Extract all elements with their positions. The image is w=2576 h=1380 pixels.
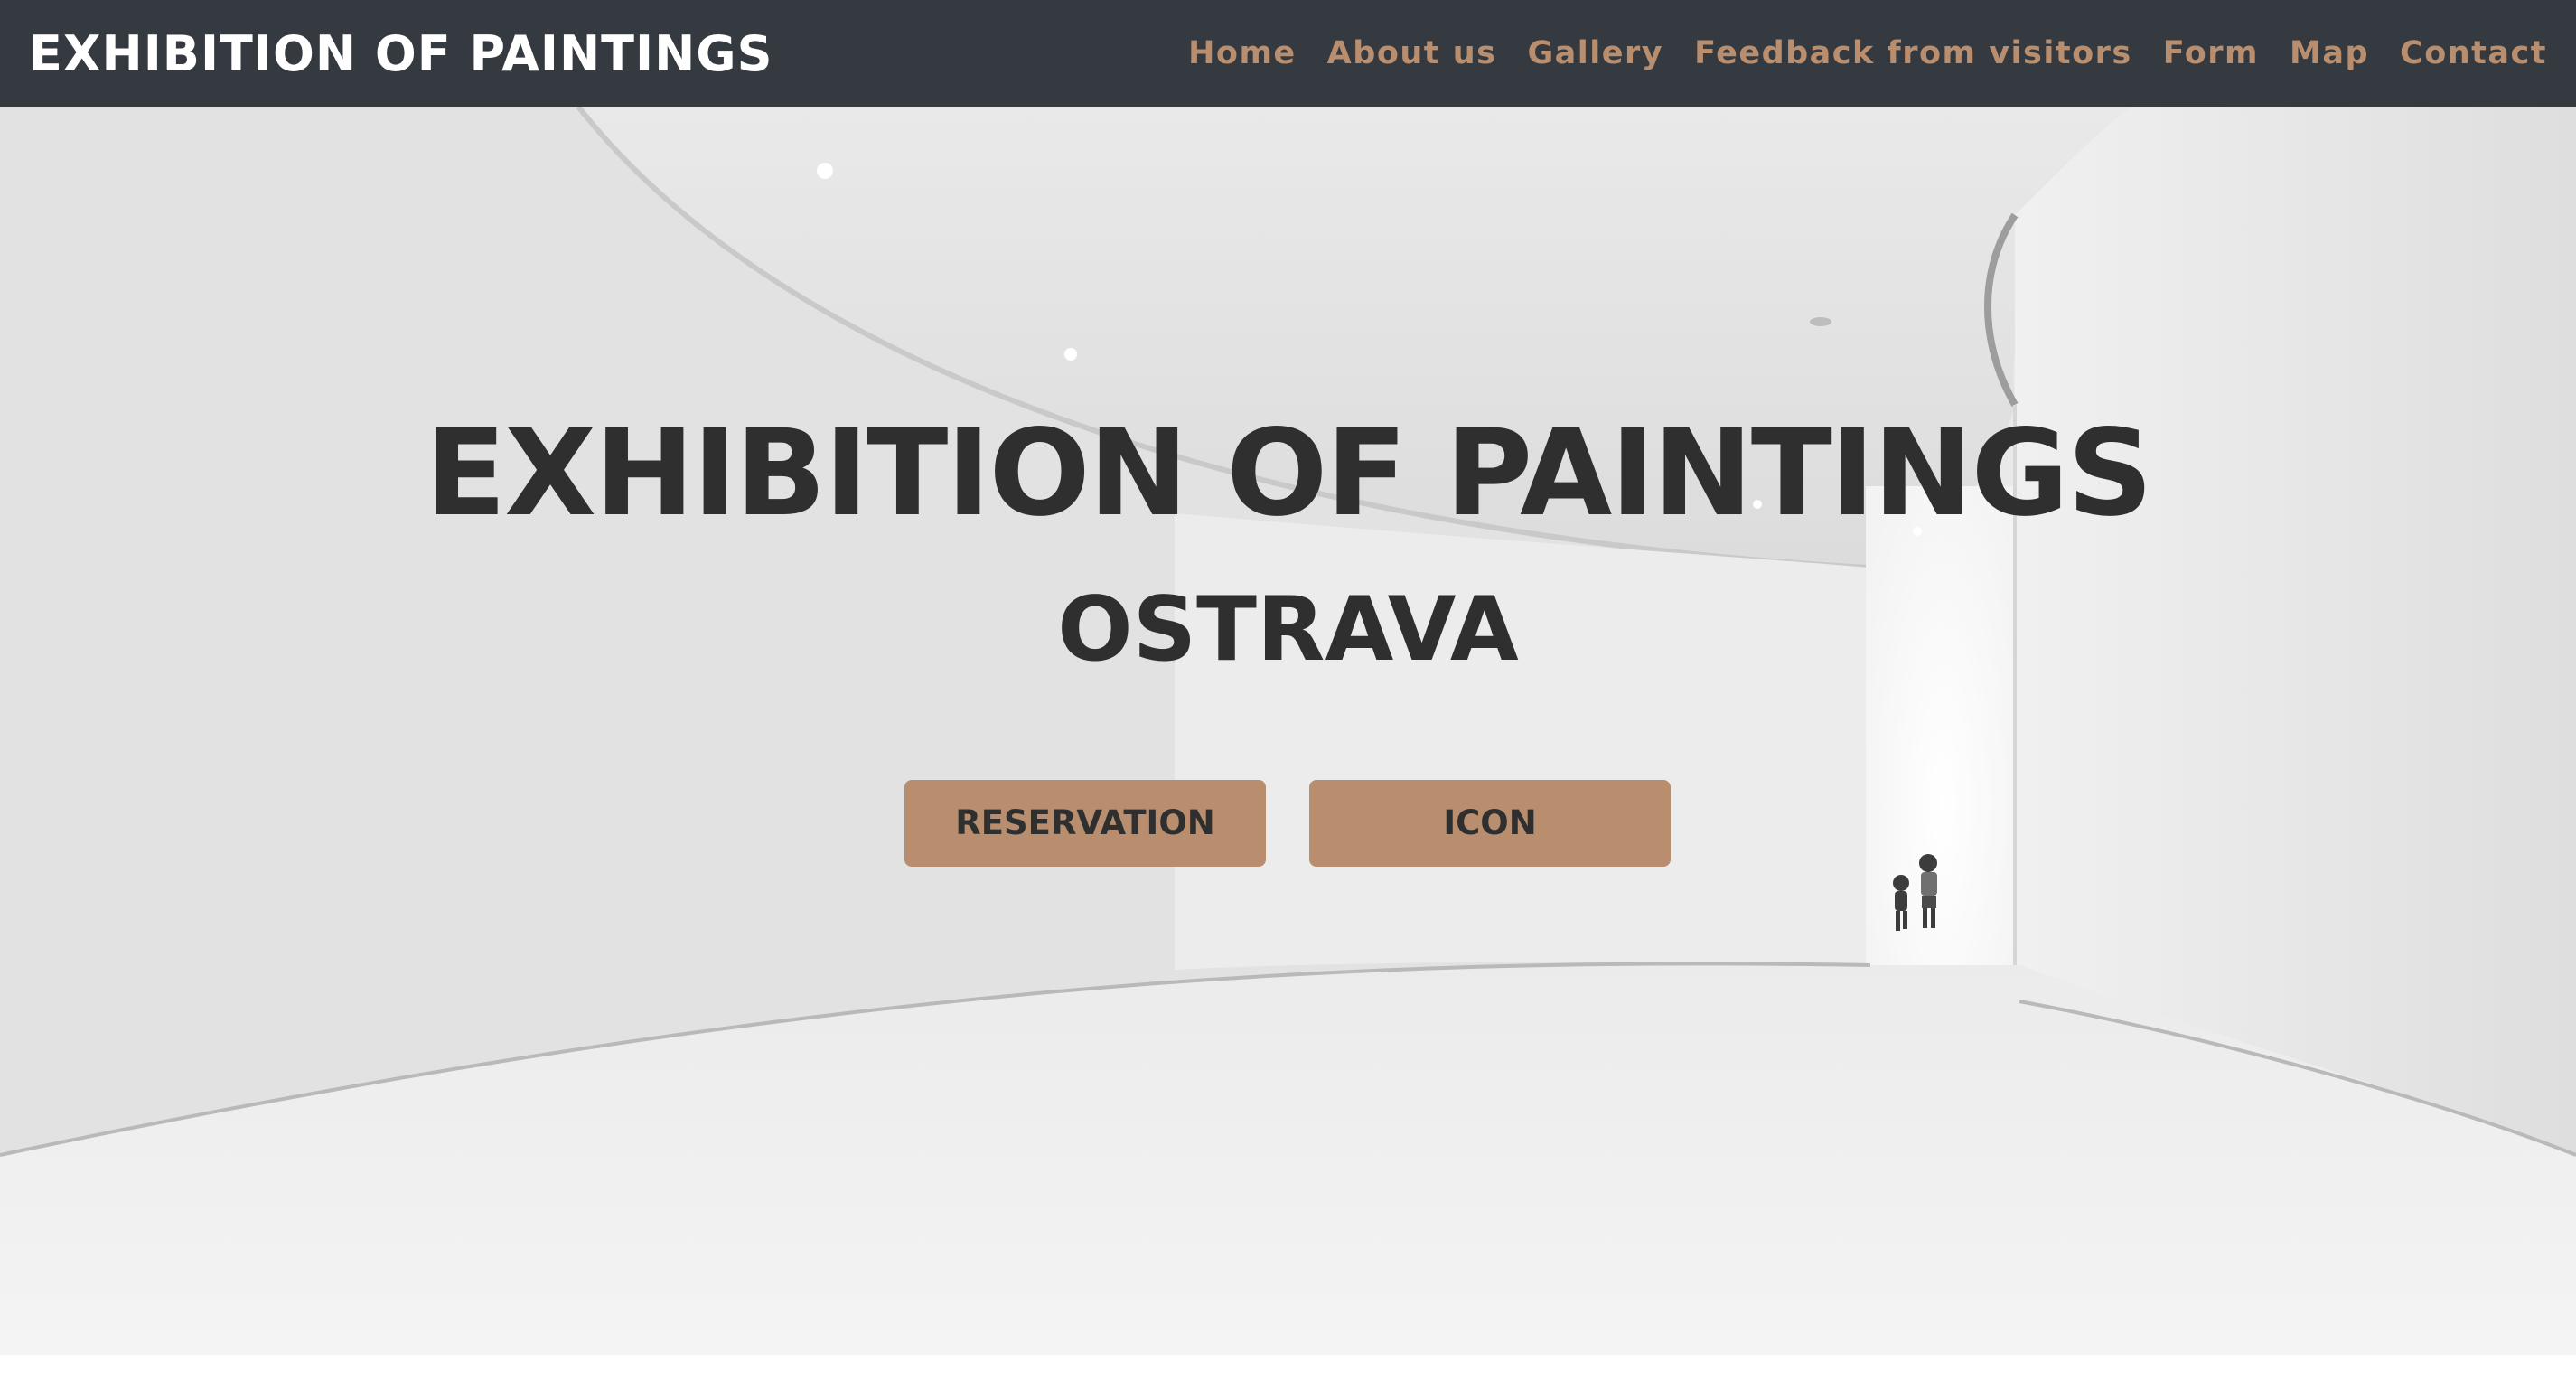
reservation-button[interactable]: RESERVATION xyxy=(904,780,1266,867)
nav-link-feedback[interactable]: Feedback from visitors xyxy=(1694,35,2132,71)
icon-button[interactable]: ICON xyxy=(1309,780,1671,867)
nav-link-about-us[interactable]: About us xyxy=(1327,35,1497,71)
page-bottom-strip xyxy=(0,1355,2576,1380)
brand-logo[interactable]: EXHIBITION OF PAINTINGS xyxy=(29,25,773,82)
navbar: EXHIBITION OF PAINTINGS Home About us Ga… xyxy=(0,0,2576,107)
hero-subtitle: OSTRAVA xyxy=(1057,578,1519,681)
hero-content: EXHIBITION OF PAINTINGS OSTRAVA RESERVAT… xyxy=(0,107,2576,1355)
nav-link-home[interactable]: Home xyxy=(1188,35,1297,71)
nav-link-contact[interactable]: Contact xyxy=(2400,35,2547,71)
nav-links: Home About us Gallery Feedback from visi… xyxy=(1188,35,2547,71)
hero-title: EXHIBITION OF PAINTINGS xyxy=(425,404,2153,543)
nav-link-map[interactable]: Map xyxy=(2290,35,2369,71)
nav-link-form[interactable]: Form xyxy=(2163,35,2259,71)
page: EXHIBITION OF PAINTINGS Home About us Ga… xyxy=(0,0,2576,1380)
hero-section: EXHIBITION OF PAINTINGS OSTRAVA RESERVAT… xyxy=(0,107,2576,1355)
nav-link-gallery[interactable]: Gallery xyxy=(1527,35,1663,71)
